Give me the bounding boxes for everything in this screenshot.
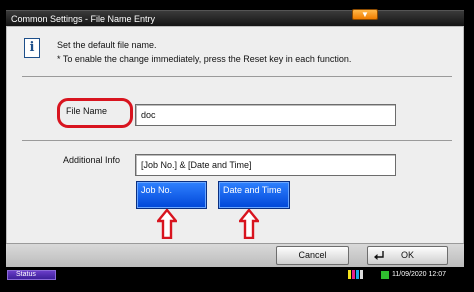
date-and-time-button[interactable]: Date and Time [218, 181, 290, 209]
enter-icon [374, 251, 384, 260]
collapse-tab-icon[interactable]: ▼ [352, 9, 378, 20]
info-icon: i [24, 38, 40, 58]
ok-button[interactable]: OK [367, 246, 448, 265]
additional-info-label: Additional Info [63, 155, 121, 165]
file-name-highlight-circle [57, 98, 133, 128]
divider [22, 140, 452, 141]
ok-button-label: OK [400, 250, 414, 260]
cancel-button-label: Cancel [298, 250, 327, 260]
divider [22, 76, 452, 77]
toner-level-icon [348, 270, 366, 280]
file-name-input[interactable]: doc [135, 104, 396, 126]
up-arrow-icon [157, 209, 177, 239]
window-title: Common Settings - File Name Entry [6, 10, 464, 26]
up-arrow-icon [239, 209, 259, 239]
device-screen: Common Settings - File Name Entry ▼ i Se… [0, 0, 474, 292]
status-button[interactable]: Status [7, 270, 56, 280]
job-indicator-icon [381, 271, 389, 279]
info-message-line-2: * To enable the change immediately, pres… [57, 54, 352, 64]
job-no-button[interactable]: Job No. [136, 181, 207, 209]
info-message-line-1: Set the default file name. [57, 40, 157, 50]
cancel-button[interactable]: Cancel [276, 246, 349, 265]
additional-info-field: [Job No.] & [Date and Time] [135, 154, 396, 176]
status-datetime: 11/09/2020 12:07 [392, 271, 446, 278]
